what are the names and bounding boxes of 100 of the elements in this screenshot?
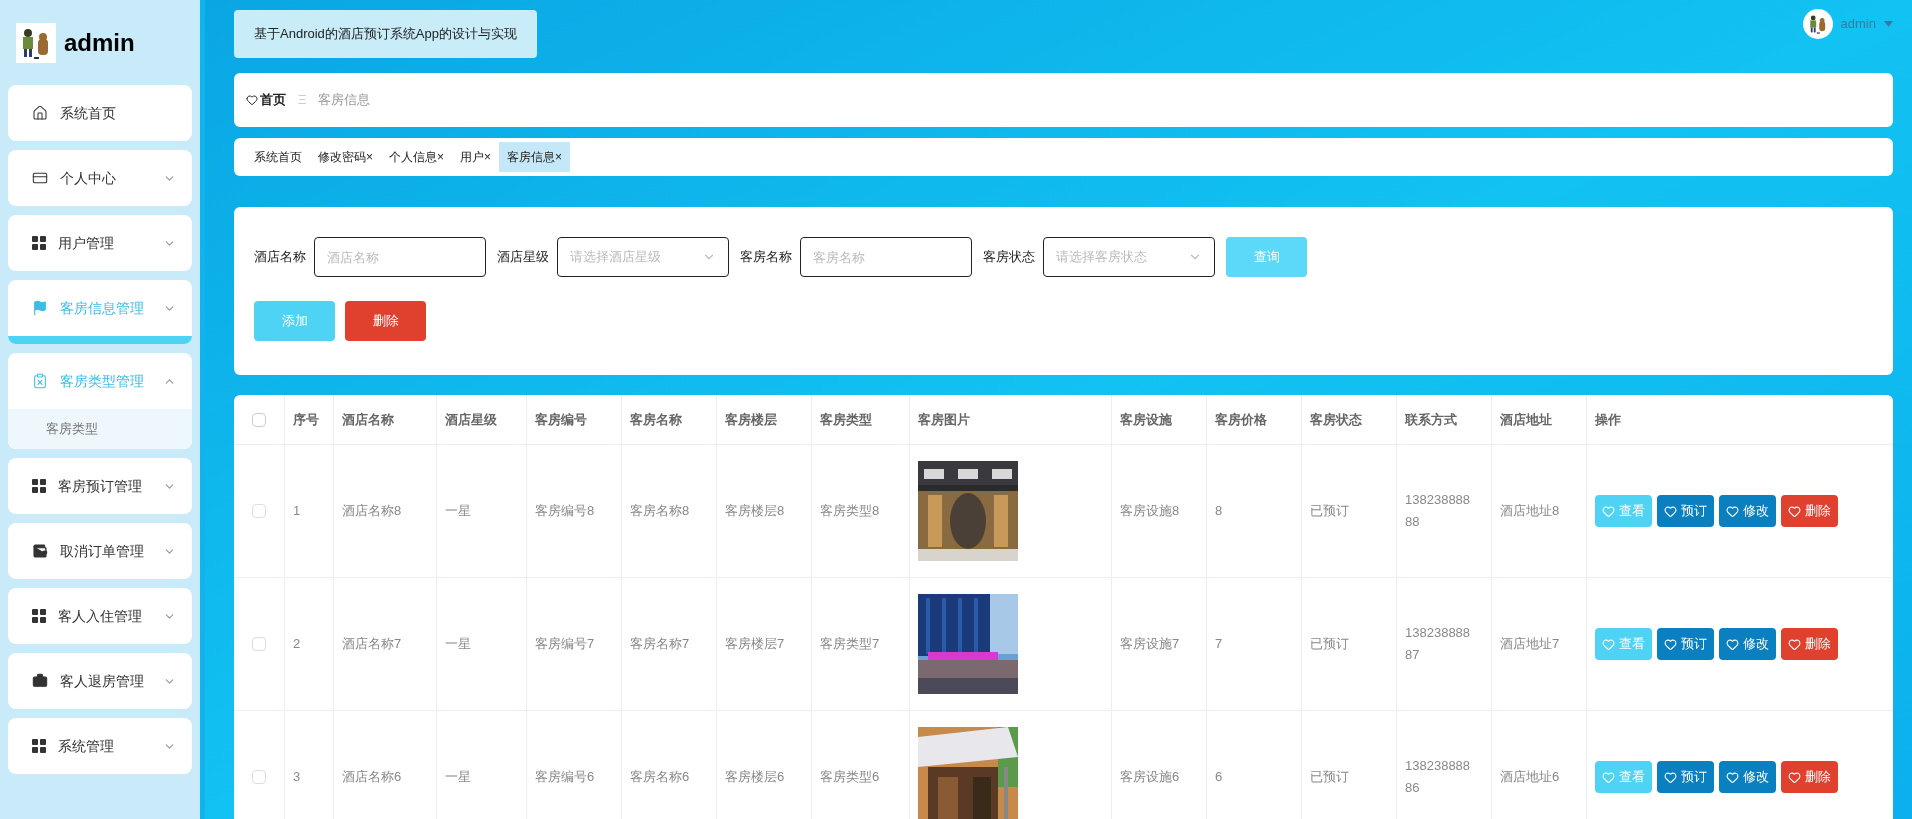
delete-button[interactable]: 删除	[1781, 761, 1838, 793]
avatar[interactable]	[1802, 9, 1833, 39]
submenu-item[interactable]: 客房类型	[8, 409, 192, 449]
edit-button[interactable]: 修改	[1719, 761, 1776, 793]
table-cell-text: 3	[293, 768, 301, 787]
column-header: 客房类型	[812, 395, 910, 445]
table-cell-text: 酒店地址6	[1500, 768, 1560, 787]
filter-label: 客房名称	[740, 248, 792, 267]
book-button[interactable]: 预订	[1657, 628, 1714, 660]
table-cell-text: 13823888887	[1405, 624, 1471, 664]
heart-icon	[1602, 637, 1615, 651]
filter-label: 客房状态	[983, 248, 1035, 267]
menu-item[interactable]: 客房预订管理	[8, 458, 192, 514]
checkbox[interactable]	[252, 412, 266, 427]
app-title: 基于Android的酒店预订系统App的设计与实现	[234, 10, 537, 58]
column-header: 操作	[1587, 395, 1893, 445]
logo-drawing	[16, 22, 56, 63]
table-cell-text: 已预订	[1310, 502, 1349, 521]
table-cell-text: 客房设施8	[1120, 502, 1180, 521]
heart-icon	[1602, 770, 1615, 784]
menu-item[interactable]: 个人中心	[8, 150, 192, 206]
edit-button[interactable]: 修改	[1719, 495, 1776, 527]
column-header: 序号	[285, 395, 334, 445]
heart-icon	[246, 94, 258, 106]
book-button[interactable]: 预订	[1657, 495, 1714, 527]
table-cell-text: 一星	[445, 768, 471, 787]
breadcrumb-current: 客房信息	[318, 91, 371, 110]
table-cell-text: 一星	[445, 635, 471, 654]
edit-button[interactable]: 修改	[1719, 628, 1776, 660]
flag-icon	[32, 300, 48, 316]
page-tab[interactable]: 个人信息×	[381, 142, 453, 172]
menu-item[interactable]: 客人入住管理	[8, 588, 192, 644]
heart-icon	[1788, 637, 1801, 651]
heart-icon	[1664, 770, 1677, 784]
breadcrumb-home[interactable]: 首页	[246, 90, 286, 110]
table-cell-text: 已预订	[1310, 635, 1349, 654]
menu-item[interactable]: 系统首页	[8, 85, 192, 141]
table-cell-text: 客房名称6	[630, 768, 690, 787]
table-cell-text: 客房类型7	[820, 635, 880, 654]
table-cell-text: 客房楼层8	[725, 502, 785, 521]
page-tab[interactable]: 客房信息×	[499, 142, 571, 172]
page-tab[interactable]: 系统首页	[246, 142, 310, 172]
table-cell-text: 2	[293, 635, 301, 654]
column-header: 酒店名称	[334, 395, 437, 445]
menu-item[interactable]: 客人退房管理	[8, 653, 192, 709]
heart-icon	[1788, 770, 1801, 784]
menu-item[interactable]: 客房类型管理	[8, 353, 192, 409]
page-tab[interactable]: 修改密码×	[310, 142, 381, 172]
table-cell-text: 13823888886	[1405, 757, 1471, 797]
page-tab[interactable]: 用户×	[452, 142, 500, 172]
wallet-icon	[32, 543, 48, 559]
filter-label: 酒店名称	[254, 248, 306, 267]
table-cell-text: 7	[1215, 635, 1223, 654]
heart-icon	[1602, 504, 1615, 518]
heart-icon	[1726, 770, 1739, 784]
table-cell-text: 客房设施6	[1120, 768, 1180, 787]
column-header: 客房价格	[1207, 395, 1302, 445]
table-cell-text: 酒店名称6	[342, 768, 402, 787]
input-field[interactable]: 酒店名称	[314, 237, 486, 277]
heart-icon	[1664, 637, 1677, 651]
book-button[interactable]: 预订	[1657, 761, 1714, 793]
delete-button[interactable]: 删除	[1781, 495, 1838, 527]
menu-item[interactable]: 用户管理	[8, 215, 192, 271]
input-field[interactable]: 客房名称	[800, 237, 972, 277]
table-cell-text: 8	[1215, 502, 1223, 521]
grid-icon	[32, 479, 46, 493]
clipboard-icon	[32, 373, 48, 389]
user-name[interactable]: admin	[1840, 14, 1876, 34]
table-cell-text: 客房编号6	[535, 768, 595, 787]
heart-icon	[1664, 504, 1677, 518]
checkbox[interactable]	[252, 504, 266, 518]
grid-icon	[32, 609, 46, 623]
menu-item[interactable]: 系统管理	[8, 718, 192, 774]
menu-item[interactable]: 客房信息管理	[8, 280, 192, 336]
grid-icon	[32, 739, 46, 753]
delete-button[interactable]: 删除	[345, 301, 426, 341]
table-cell-text: 客房类型6	[820, 768, 880, 787]
table-cell-text: 1	[293, 502, 301, 521]
table-cell-text: 客房类型8	[820, 502, 880, 521]
delete-button[interactable]: 删除	[1781, 628, 1838, 660]
table-cell-text: 一星	[445, 502, 471, 521]
table-cell-text: 13823888888	[1405, 491, 1471, 531]
home-icon	[32, 105, 48, 121]
table-cell-text: 客房编号7	[535, 635, 595, 654]
filter-label: 酒店星级	[497, 248, 549, 267]
briefcase-icon	[32, 673, 48, 689]
column-header: 客房图片	[910, 395, 1112, 445]
column-header: 联系方式	[1397, 395, 1492, 445]
column-header: 客房状态	[1302, 395, 1397, 445]
checkbox[interactable]	[252, 637, 266, 651]
checkbox[interactable]	[252, 770, 266, 784]
heart-icon	[1726, 637, 1739, 651]
column-header: 客房设施	[1112, 395, 1207, 445]
table-cell-text: 6	[1215, 768, 1223, 787]
card-icon	[32, 170, 48, 186]
table-cell-text: 酒店地址7	[1500, 635, 1560, 654]
heart-icon	[1788, 504, 1801, 518]
table-cell-text: 已预订	[1310, 768, 1349, 787]
table-cell-text: 客房楼层7	[725, 635, 785, 654]
menu-item[interactable]: 取消订单管理	[8, 523, 192, 579]
